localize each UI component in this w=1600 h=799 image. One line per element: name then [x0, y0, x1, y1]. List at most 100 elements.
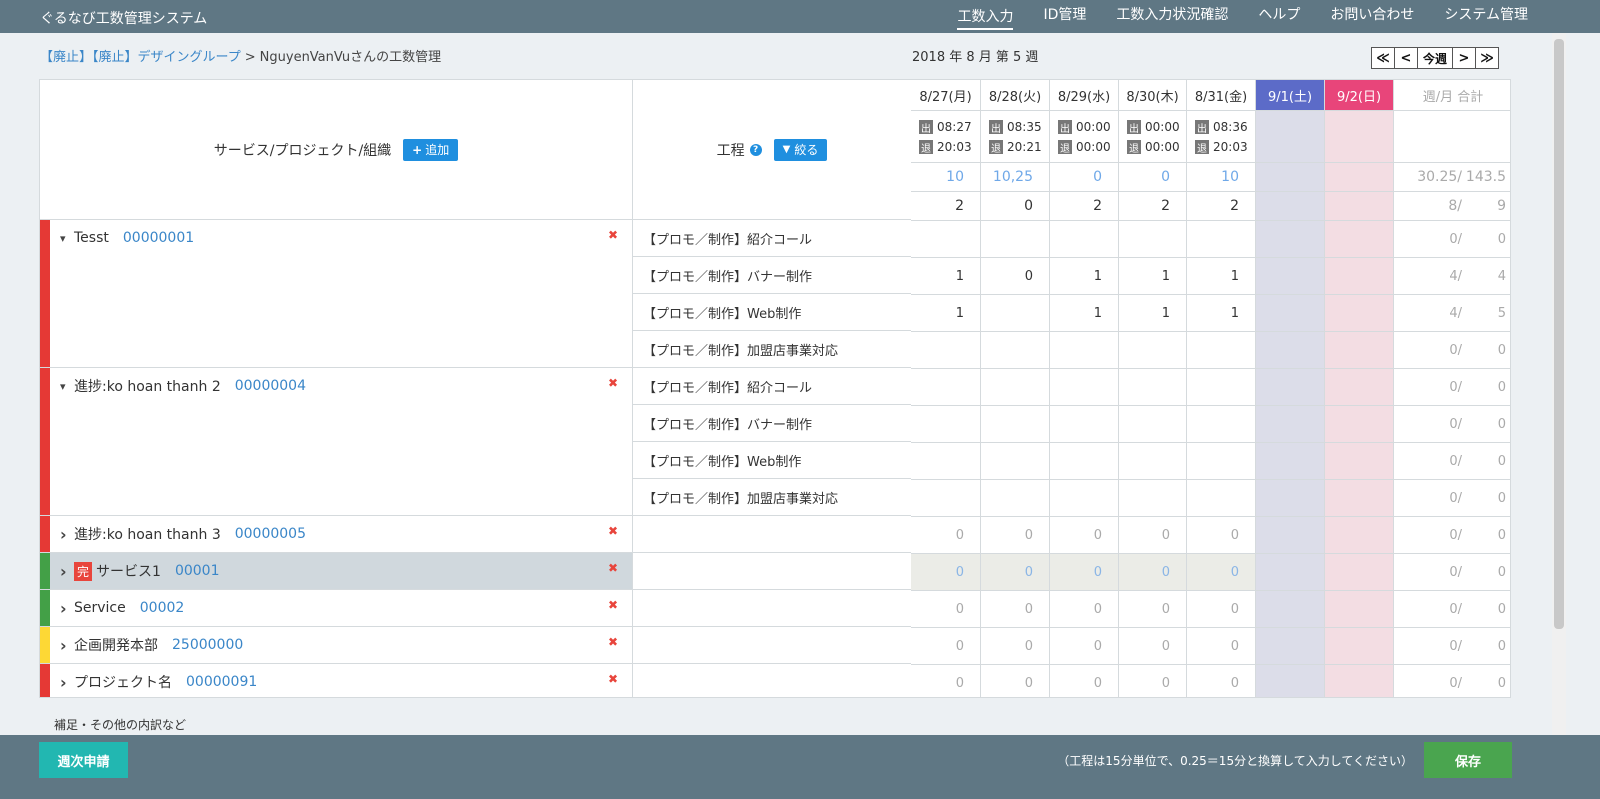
hour-cell[interactable]: [1119, 443, 1186, 480]
help-icon[interactable]: ?: [749, 143, 762, 156]
filter-button[interactable]: ▼ 絞る: [773, 138, 828, 161]
chevron-down-icon[interactable]: ▾: [60, 380, 74, 393]
hour-cell[interactable]: [981, 221, 1049, 258]
hour-cell[interactable]: [1119, 369, 1186, 406]
hour-cell[interactable]: [1050, 406, 1118, 443]
weekly-submit-button[interactable]: 週次申請: [39, 742, 128, 778]
hour-cell[interactable]: [981, 443, 1049, 480]
hour-cell[interactable]: [981, 369, 1049, 406]
hour-cell[interactable]: 0: [1187, 591, 1255, 628]
first-week-button[interactable]: ≪: [1371, 47, 1395, 69]
this-week-button[interactable]: 今週: [1417, 47, 1453, 69]
service-group[interactable]: › 完サービス1 00001 ✖: [40, 553, 632, 590]
hour-cell[interactable]: 0: [1050, 628, 1118, 665]
nav-system-admin[interactable]: システム管理: [1444, 0, 1528, 33]
service-title[interactable]: ▾ 進捗:ko hoan thanh 2 00000004: [60, 368, 306, 404]
chevron-right-icon[interactable]: ›: [60, 525, 74, 544]
hour-cell[interactable]: [1187, 369, 1255, 406]
service-group[interactable]: › Service 00002 ✖: [40, 590, 632, 627]
hour-cell[interactable]: 0: [981, 554, 1049, 591]
delete-icon[interactable]: ✖: [608, 228, 618, 242]
hour-cell[interactable]: 0: [1050, 554, 1118, 591]
hour-cell[interactable]: [1050, 369, 1118, 406]
service-title[interactable]: › 企画開発本部 25000000: [60, 627, 243, 663]
hour-cell[interactable]: 0: [911, 591, 980, 628]
hour-cell[interactable]: 1: [1050, 295, 1118, 332]
service-code[interactable]: 00001: [175, 563, 220, 579]
hour-cell[interactable]: [911, 443, 980, 480]
delete-icon[interactable]: ✖: [608, 635, 618, 649]
hour-cell[interactable]: [911, 369, 980, 406]
hour-cell[interactable]: [1119, 480, 1186, 517]
hour-cell[interactable]: [1187, 332, 1255, 369]
next-week-button[interactable]: >: [1452, 47, 1476, 69]
service-code[interactable]: 00000091: [186, 674, 257, 690]
delete-icon[interactable]: ✖: [608, 376, 618, 390]
service-group[interactable]: › 進捗:ko hoan thanh 3 00000005 ✖: [40, 516, 632, 553]
hour-cell[interactable]: 0: [1119, 554, 1186, 591]
hour-cell[interactable]: 1: [1187, 295, 1255, 332]
hour-cell[interactable]: 0: [981, 665, 1049, 697]
hour-cell[interactable]: 0: [1050, 591, 1118, 628]
hour-cell[interactable]: [1050, 443, 1118, 480]
chevron-right-icon[interactable]: ›: [60, 636, 74, 655]
service-code[interactable]: 25000000: [172, 637, 243, 653]
hour-cell[interactable]: [981, 295, 1049, 332]
hour-cell[interactable]: [1119, 332, 1186, 369]
hour-cell[interactable]: 0: [911, 517, 980, 554]
hour-cell[interactable]: 0: [1119, 517, 1186, 554]
hour-cell[interactable]: 1: [911, 295, 980, 332]
service-title[interactable]: ▾ Tesst 00000001: [60, 220, 194, 256]
chevron-right-icon[interactable]: ›: [60, 599, 74, 618]
service-code[interactable]: 00000001: [123, 230, 194, 246]
chevron-right-icon[interactable]: ›: [60, 562, 74, 581]
nav-contact[interactable]: お問い合わせ: [1330, 0, 1414, 33]
service-code[interactable]: 00000004: [235, 378, 306, 394]
service-title[interactable]: › 完サービス1 00001: [60, 553, 219, 589]
delete-icon[interactable]: ✖: [608, 561, 618, 575]
hour-cell[interactable]: [1187, 406, 1255, 443]
scrollbar-thumb[interactable]: [1554, 39, 1564, 629]
hour-cell[interactable]: [1119, 406, 1186, 443]
hour-cell[interactable]: 0: [981, 258, 1049, 295]
nav-input[interactable]: 工数入力: [957, 3, 1014, 30]
delete-icon[interactable]: ✖: [608, 524, 618, 538]
hour-cell[interactable]: 0: [981, 591, 1049, 628]
hour-cell[interactable]: [1050, 480, 1118, 517]
prev-week-button[interactable]: <: [1394, 47, 1418, 69]
hour-cell[interactable]: 0: [1187, 517, 1255, 554]
hour-cell[interactable]: [1187, 480, 1255, 517]
hour-cell[interactable]: 1: [1119, 295, 1186, 332]
hour-cell[interactable]: [911, 406, 980, 443]
service-group[interactable]: ▾ Tesst 00000001 ✖: [40, 220, 632, 368]
hour-cell[interactable]: 0: [1119, 628, 1186, 665]
hour-cell[interactable]: 1: [1050, 258, 1118, 295]
hour-cell[interactable]: 0: [1119, 665, 1186, 697]
hour-cell[interactable]: [1119, 221, 1186, 258]
nav-status-check[interactable]: 工数入力状況確認: [1116, 0, 1228, 33]
add-service-button[interactable]: + 追加: [403, 138, 459, 161]
service-title[interactable]: › Service 00002: [60, 590, 184, 626]
hour-cell[interactable]: [981, 480, 1049, 517]
service-title[interactable]: › 進捗:ko hoan thanh 3 00000005: [60, 516, 306, 552]
hour-cell[interactable]: 0: [1187, 665, 1255, 697]
delete-icon[interactable]: ✖: [608, 598, 618, 612]
chevron-right-icon[interactable]: ›: [60, 673, 74, 692]
hour-cell[interactable]: 0: [911, 665, 980, 697]
hour-cell[interactable]: [981, 332, 1049, 369]
service-title[interactable]: › プロジェクト名 00000091: [60, 664, 257, 697]
service-group[interactable]: › 企画開発本部 25000000 ✖: [40, 627, 632, 664]
hour-cell[interactable]: 0: [911, 628, 980, 665]
service-group[interactable]: › プロジェクト名 00000091 ✖: [40, 664, 632, 697]
nav-help[interactable]: ヘルプ: [1258, 0, 1300, 33]
hour-cell[interactable]: 1: [911, 258, 980, 295]
save-button[interactable]: 保存: [1424, 742, 1512, 778]
hour-cell[interactable]: 0: [1187, 628, 1255, 665]
breadcrumb-link-1[interactable]: 【廃止】: [40, 50, 92, 65]
hour-cell[interactable]: 0: [1119, 591, 1186, 628]
hour-cell[interactable]: 1: [1119, 258, 1186, 295]
chevron-down-icon[interactable]: ▾: [60, 232, 74, 245]
hour-cell[interactable]: [911, 221, 980, 258]
hour-cell[interactable]: 0: [1187, 554, 1255, 591]
service-code[interactable]: 00000005: [235, 526, 306, 542]
